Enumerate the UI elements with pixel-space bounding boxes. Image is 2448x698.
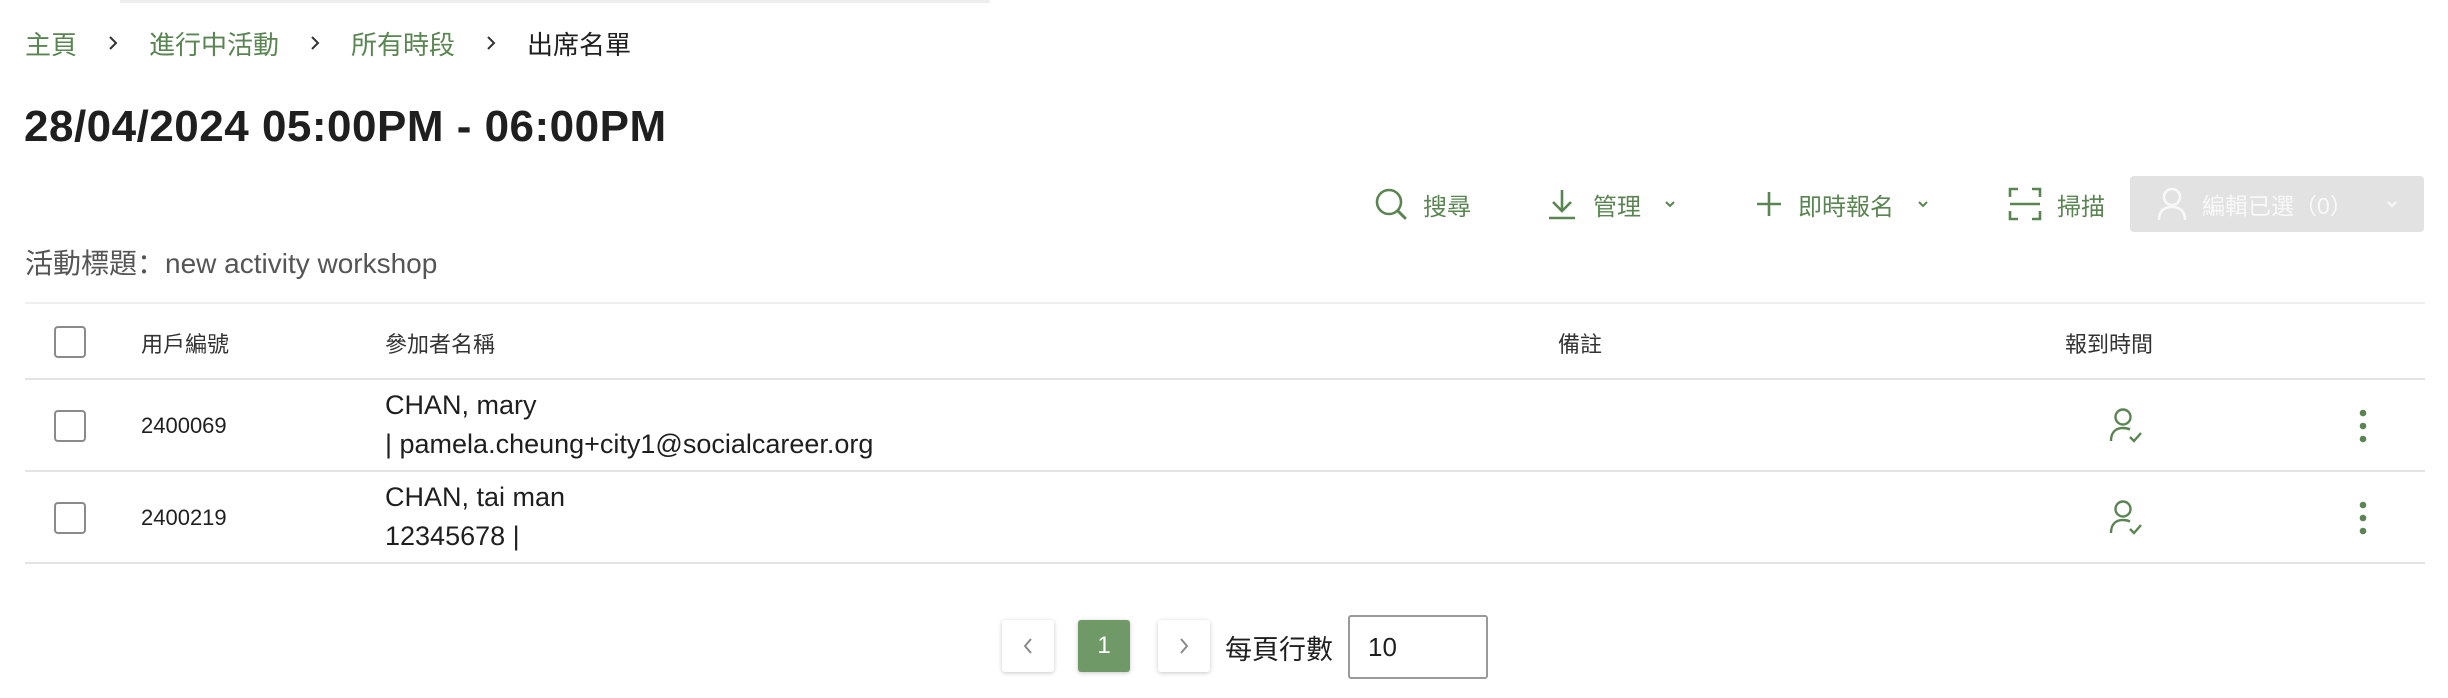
table-row: 2400069 CHAN, mary | pamela.cheung+city1… <box>25 380 2425 472</box>
column-header-user-id: 用戶編號 <box>141 332 230 357</box>
previous-page-button[interactable] <box>1002 620 1054 672</box>
user-icon <box>2157 187 2187 221</box>
scan-icon <box>2008 187 2042 221</box>
column-header-checkin-time: 報到時間 <box>2065 332 2154 357</box>
activity-title: 活動標題：new activity workshop <box>25 248 438 279</box>
row-more-options-button[interactable] <box>2357 500 2369 536</box>
plus-icon <box>1757 192 1781 216</box>
breadcrumb-current: 出席名單 <box>527 29 632 60</box>
search-button[interactable]: 搜尋 <box>1373 176 1471 232</box>
manage-button-label: 管理 <box>1593 193 1641 221</box>
breadcrumb-home-link[interactable]: 主頁 <box>25 25 77 62</box>
more-vertical-icon <box>2359 409 2367 443</box>
page-button-1[interactable]: 1 <box>1078 620 1130 672</box>
user-id-cell: 2400219 <box>141 505 227 530</box>
check-in-button[interactable] <box>2108 406 2144 446</box>
edit-selected-label: 編輯已選（0） <box>2202 193 2353 219</box>
row-checkbox[interactable] <box>54 502 86 534</box>
breadcrumb: 主頁 進行中活動 所有時段 出席名單 <box>25 22 631 64</box>
table-row: 2400219 CHAN, tai man 12345678 | <box>25 472 2425 564</box>
chevron-down-icon <box>1918 201 1928 208</box>
page-title: 28/04/2024 05:00PM - 06:00PM <box>24 102 667 151</box>
participant-contact: | pamela.cheung+city1@socialcareer.org <box>385 429 874 459</box>
row-more-options-button[interactable] <box>2357 408 2369 444</box>
chevron-down-icon <box>2387 201 2397 208</box>
manage-dropdown-button[interactable]: 管理 <box>1545 176 1677 232</box>
row-checkbox[interactable] <box>54 410 86 442</box>
column-header-participant-name: 參加者名稱 <box>385 332 496 357</box>
more-vertical-icon <box>2359 501 2367 535</box>
scan-button-label: 掃描 <box>2057 193 2105 221</box>
attendance-table: 用戶編號 參加者名稱 備註 報到時間 2400069 CHAN, mary | … <box>25 302 2425 564</box>
search-button-label: 搜尋 <box>1423 193 1471 221</box>
chevron-right-icon <box>297 22 333 64</box>
breadcrumb-ongoing-link[interactable]: 進行中活動 <box>149 25 279 62</box>
pagination: 1 每頁行數 <box>0 615 2448 679</box>
search-icon <box>1375 188 1407 220</box>
user-check-icon <box>2109 408 2142 443</box>
participant-cell: CHAN, mary | pamela.cheung+city1@socialc… <box>385 386 873 464</box>
top-divider <box>120 0 990 3</box>
check-in-button[interactable] <box>2108 498 2144 538</box>
user-id-cell: 2400069 <box>141 413 227 438</box>
chevron-left-icon <box>1023 638 1032 654</box>
download-icon <box>1549 190 1575 220</box>
edit-selected-button[interactable]: 編輯已選（0） <box>2130 176 2424 232</box>
participant-name: CHAN, mary <box>385 390 537 420</box>
participant-contact: 12345678 | <box>385 521 520 551</box>
scan-button[interactable]: 掃描 <box>2007 176 2105 232</box>
participant-name: CHAN, tai man <box>385 482 566 512</box>
chevron-right-icon <box>95 22 131 64</box>
rows-per-page-label: 每頁行數 <box>1225 635 1333 665</box>
chevron-right-icon <box>1180 638 1189 654</box>
table-header-row: 用戶編號 參加者名稱 備註 報到時間 <box>25 302 2425 380</box>
column-header-remarks: 備註 <box>1558 332 1603 357</box>
rows-per-page-input[interactable] <box>1348 615 1488 679</box>
walk-in-registration-label: 即時報名 <box>1798 193 1894 221</box>
chevron-down-icon <box>1665 201 1675 208</box>
walk-in-registration-button[interactable]: 即時報名 <box>1754 176 1930 232</box>
chevron-right-icon <box>473 22 509 64</box>
user-check-icon <box>2109 500 2142 535</box>
select-all-checkbox[interactable] <box>54 326 86 358</box>
breadcrumb-all-sessions-link[interactable]: 所有時段 <box>351 25 455 62</box>
participant-cell: CHAN, tai man 12345678 | <box>385 478 565 556</box>
next-page-button[interactable] <box>1158 620 1210 672</box>
